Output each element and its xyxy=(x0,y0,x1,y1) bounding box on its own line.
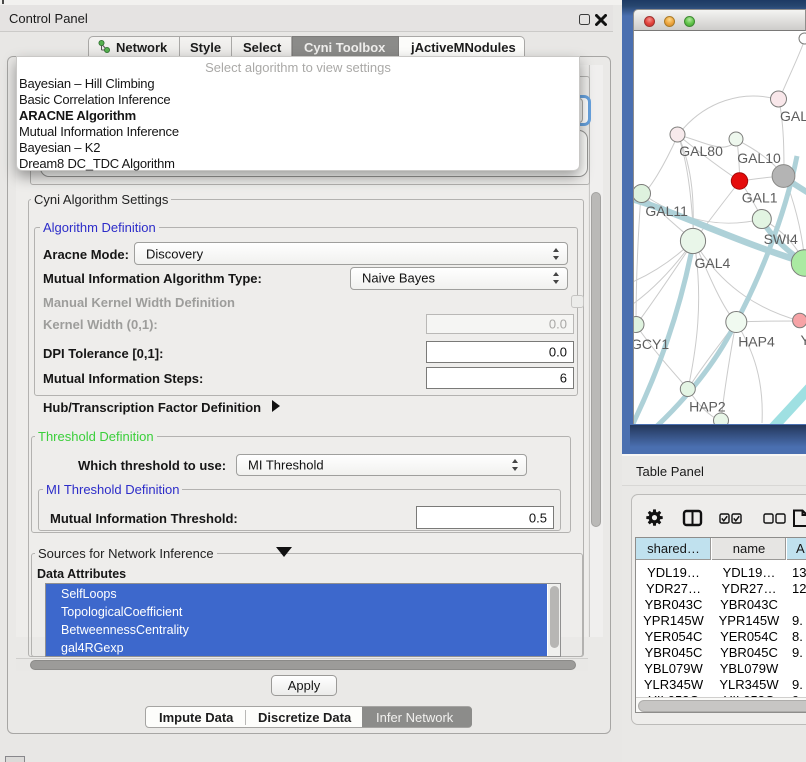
svg-text:GAL11: GAL11 xyxy=(645,203,688,219)
svg-text:GAL10: GAL10 xyxy=(737,150,781,166)
svg-text:GAL4: GAL4 xyxy=(695,255,731,271)
svg-text:GAL1: GAL1 xyxy=(742,190,778,206)
svg-text:GAL7: GAL7 xyxy=(780,108,806,124)
svg-text:HAP4: HAP4 xyxy=(738,334,775,350)
svg-text:GAL80: GAL80 xyxy=(679,143,723,159)
svg-text:SWI4: SWI4 xyxy=(764,231,798,247)
svg-text:HAP2: HAP2 xyxy=(689,399,726,415)
svg-text:GCY1: GCY1 xyxy=(634,336,669,352)
svg-text:Y: Y xyxy=(801,332,806,348)
